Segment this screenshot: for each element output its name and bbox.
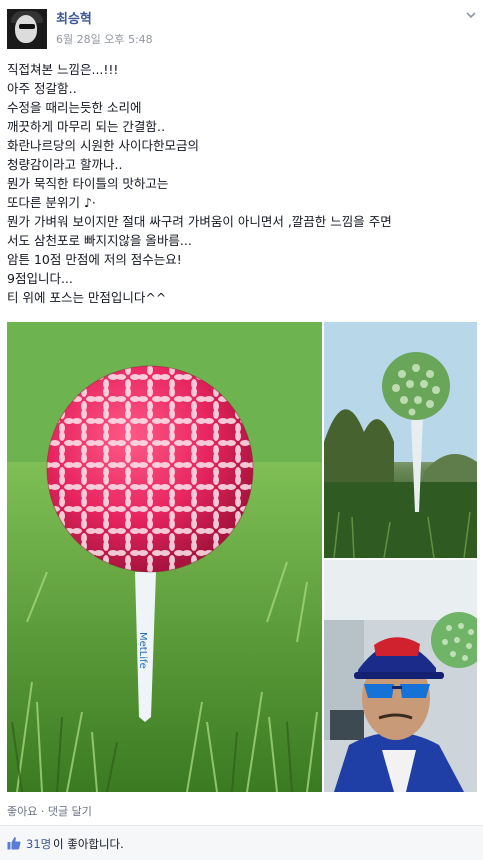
post-line: 암튼 10점 만점에 저의 점수는요! (7, 252, 182, 267)
post-timestamp[interactable]: 6월 28일 오후 5:48 (56, 31, 153, 47)
photo-pink-golf-ball[interactable]: MetLife (7, 322, 322, 792)
post-line: 뭔가 묵직한 타이틀의 맛하고는 (7, 176, 169, 191)
likes-count[interactable]: 31명 (26, 836, 51, 852)
post-line: 또다른 분위기 ♪· (7, 195, 96, 210)
post-line: 화란나르당의 시원한 사이다한모금의 (7, 138, 199, 153)
post-line: 깨끗하게 마무리 되는 간결함‥ (7, 119, 166, 134)
thumbs-up-icon (7, 837, 21, 850)
likes-bar: 31명 이 좋아합니다. (0, 825, 483, 860)
photo-green-golf-ball[interactable] (324, 322, 477, 558)
post-line: 9점입니다... (7, 271, 73, 286)
post-line: 청량감이라고 할까나.. (7, 157, 123, 172)
post-line: 직접쳐본 느낌은...!!! (7, 62, 119, 77)
post-actions: 좋아요 · 댓글 달기 (7, 803, 92, 819)
photo-grid: MetLife (7, 322, 477, 792)
avatar[interactable] (7, 9, 47, 49)
chevron-down-icon[interactable] (466, 10, 476, 20)
post-line: 티 위에 포스는 만점입니다^^ (7, 290, 167, 305)
author-name[interactable]: 최승혁 (56, 8, 92, 27)
facebook-post: 최승혁 6월 28일 오후 5:48 직접쳐본 느낌은...!!! 아주 정갈함… (0, 0, 483, 860)
post-line: 수정을 때리는듯한 소리에 (7, 100, 142, 115)
post-line: 서도 삼천포로 빠지지않을 올바름... (7, 233, 192, 248)
like-link[interactable]: 좋아요 (7, 805, 37, 818)
comment-link[interactable]: 댓글 달기 (48, 805, 92, 818)
post-line: 아주 정갈함‥ (7, 81, 77, 96)
post-text: 직접쳐본 느낌은...!!! 아주 정갈함‥ 수정을 때리는듯한 소리에 깨끗하… (7, 60, 477, 307)
post-line: 뭔가 가벼워 보이지만 절대 싸구려 가벼움이 아니면서 ,깔끔한 느낌을 주면 (7, 214, 392, 229)
tee-brand-text: MetLife (137, 632, 148, 669)
photo-selfie[interactable] (324, 560, 477, 792)
likes-text: 이 좋아합니다. (53, 837, 124, 851)
action-separator: · (37, 805, 48, 818)
